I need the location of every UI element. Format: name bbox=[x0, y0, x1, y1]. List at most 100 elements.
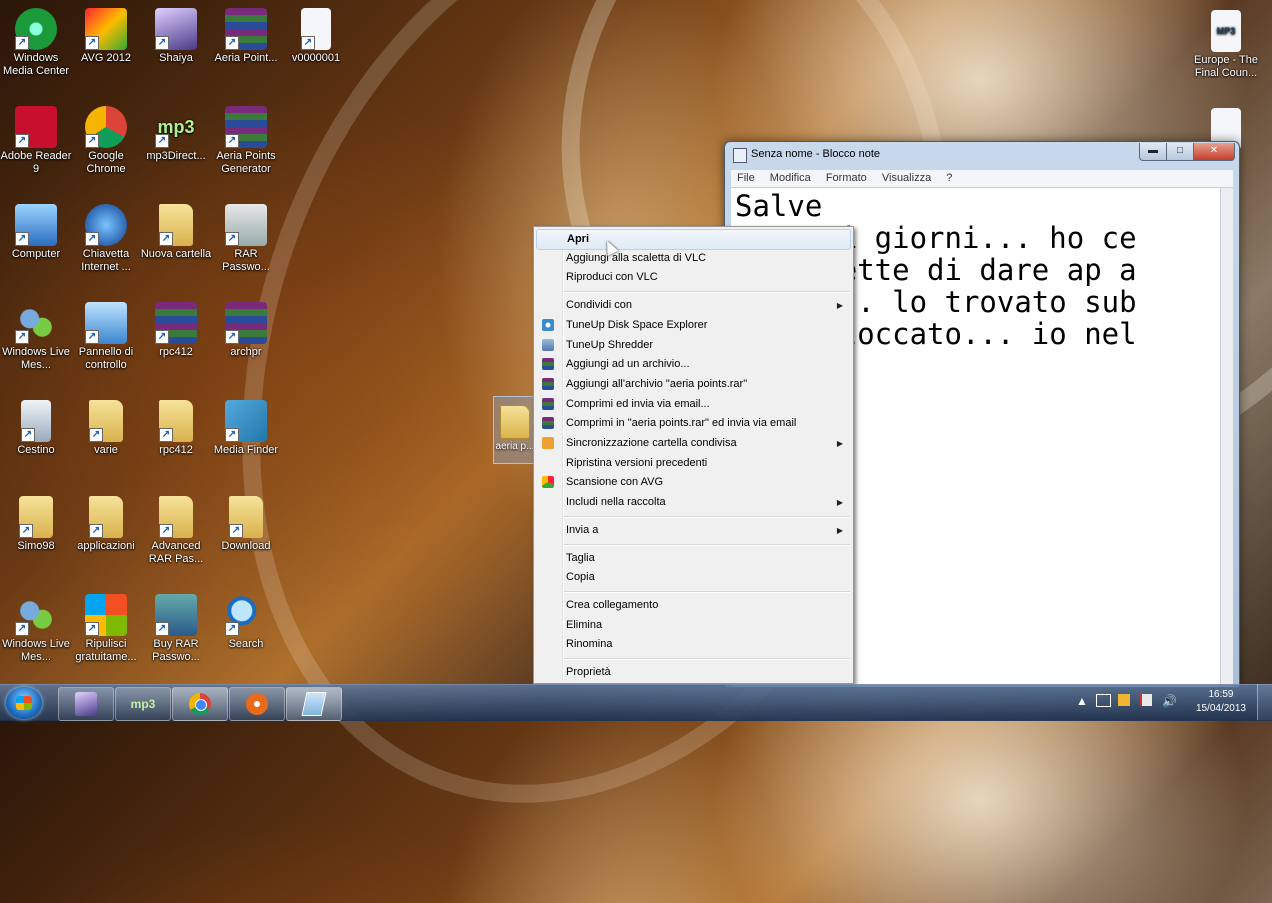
media-center-icon: ↗ bbox=[15, 8, 57, 50]
context-menu-item[interactable]: Apri bbox=[536, 229, 851, 250]
desktop-icon[interactable]: ↗ Adobe Reader 9 bbox=[0, 106, 72, 176]
context-menu-item[interactable]: Aggiungi all'archivio "aeria points.rar" bbox=[536, 375, 851, 394]
context-menu-item[interactable]: Invia a ▶ bbox=[536, 521, 851, 540]
desktop-icon[interactable]: ↗ Windows Live Mes... bbox=[0, 302, 72, 372]
context-menu-item[interactable]: Scansione con AVG bbox=[536, 473, 851, 492]
desktop-icon-label: Chiavetta Internet ... bbox=[81, 248, 131, 273]
menu-modifica[interactable]: Modifica bbox=[764, 170, 817, 187]
context-menu-item[interactable]: Proprietà bbox=[536, 663, 851, 682]
shortcut-arrow-icon: ↗ bbox=[225, 428, 239, 442]
control-panel-icon: ↗ bbox=[85, 302, 127, 344]
taskbar-button-mp3direct[interactable]: mp3 bbox=[115, 687, 171, 721]
context-menu-item[interactable]: Comprimi ed invia via email... bbox=[536, 395, 851, 414]
desktop-icon[interactable]: ↗ Advanced RAR Pas... bbox=[140, 496, 212, 566]
menu-item-label: Proprietà bbox=[566, 666, 611, 678]
submenu-arrow-icon: ▶ bbox=[836, 301, 843, 311]
desktop-icon-label: Adobe Reader 9 bbox=[0, 150, 72, 175]
desktop-icon[interactable]: ↗ varie bbox=[70, 400, 142, 457]
submenu-arrow-icon: ▶ bbox=[836, 439, 843, 448]
minimize-button[interactable]: ▬ bbox=[1139, 143, 1167, 161]
context-menu-item[interactable]: Aggiungi ad un archivio... bbox=[536, 355, 851, 374]
context-menu-item[interactable]: Taglia bbox=[536, 549, 851, 568]
shortcut-arrow-icon: ↗ bbox=[155, 330, 169, 344]
taskbar-button-media[interactable] bbox=[229, 687, 285, 721]
folder-icon: ↗ bbox=[159, 400, 193, 442]
network-icon[interactable] bbox=[1096, 694, 1111, 707]
flag-alert-icon[interactable] bbox=[1140, 694, 1152, 706]
context-menu-item[interactable]: TuneUp Disk Space Explorer bbox=[536, 316, 851, 335]
context-menu-item[interactable]: Rinomina bbox=[536, 635, 851, 654]
desktop-icon-label: rpc412 bbox=[159, 444, 193, 456]
taskbar-button-chrome[interactable] bbox=[172, 687, 228, 721]
context-menu-item[interactable]: Elimina bbox=[536, 616, 851, 635]
volume-icon[interactable]: 🔊 bbox=[1162, 694, 1177, 708]
selected-folder-icon[interactable]: aeria p... bbox=[493, 396, 537, 464]
maximize-button[interactable]: □ bbox=[1166, 143, 1194, 161]
desktop-icon[interactable]: ↗ AVG 2012 bbox=[70, 8, 142, 65]
shortcut-arrow-icon: ↗ bbox=[15, 232, 29, 246]
menu-separator bbox=[564, 658, 850, 660]
menu-formato[interactable]: Formato bbox=[820, 170, 873, 187]
desktop-icon[interactable]: ↗ Download bbox=[210, 496, 282, 553]
taskbar-button-shaiya[interactable] bbox=[58, 687, 114, 721]
context-menu-item[interactable]: Sincronizzazione cartella condivisa ▶ bbox=[536, 434, 851, 453]
desktop-icon[interactable]: ↗ Shaiya bbox=[140, 8, 212, 65]
start-button[interactable] bbox=[6, 687, 42, 719]
shortcut-arrow-icon: ↗ bbox=[15, 330, 29, 344]
desktop-icon[interactable]: ↗ Search bbox=[210, 594, 282, 651]
desktop-icon[interactable]: ↗ Simo98 bbox=[0, 496, 72, 553]
desktop-icon[interactable]: ↗ Media Finder bbox=[210, 400, 282, 457]
desktop-icon[interactable]: ↗ Ripulisci gratuitame... bbox=[70, 594, 142, 664]
context-menu-item[interactable]: Condividi con ▶ bbox=[536, 296, 851, 315]
desktop-icon[interactable]: ↗ Pannello di controllo bbox=[70, 302, 142, 372]
vertical-scrollbar[interactable] bbox=[1220, 188, 1233, 687]
mp3-file-icon: MP3 bbox=[1211, 10, 1241, 52]
desktop-icon[interactable]: mp3 ↗ mp3Direct... bbox=[140, 106, 212, 163]
close-button[interactable]: ✕ bbox=[1193, 143, 1235, 161]
rar-password-icon: ↗ bbox=[225, 204, 267, 246]
context-menu-item[interactable]: Ripristina versioni precedenti bbox=[536, 454, 851, 473]
menu-item-label: Comprimi ed invia via email... bbox=[566, 397, 710, 410]
action-center-icon[interactable] bbox=[1118, 694, 1130, 706]
desktop-icon-mp3[interactable]: MP3 Europe - The Final Coun... bbox=[1190, 10, 1262, 80]
desktop-icon[interactable]: ↗ Computer bbox=[0, 204, 72, 261]
menu-file[interactable]: File bbox=[731, 170, 761, 187]
context-menu-item[interactable]: TuneUp Shredder bbox=[536, 336, 851, 355]
desktop-icon[interactable]: ↗ Windows Live Mes... bbox=[0, 594, 72, 664]
desktop-icon-label: varie bbox=[94, 444, 118, 456]
desktop-icon-label: Computer bbox=[11, 248, 61, 260]
desktop-icon[interactable]: ↗ Google Chrome bbox=[70, 106, 142, 176]
context-menu-item[interactable]: Copia bbox=[536, 568, 851, 587]
menu-visualizza[interactable]: Visualizza bbox=[876, 170, 937, 187]
menu-separator bbox=[564, 291, 850, 294]
desktop-icon[interactable]: ↗ Nuova cartella bbox=[140, 204, 212, 261]
context-menu-item[interactable]: Crea collegamento bbox=[536, 596, 851, 615]
shortcut-arrow-icon: ↗ bbox=[159, 524, 173, 538]
context-menu-item[interactable]: Aggiungi alla scaletta di VLC bbox=[536, 249, 851, 268]
desktop-icon[interactable]: ↗ Aeria Point... bbox=[210, 8, 282, 65]
desktop-icon[interactable]: ↗ archpr bbox=[210, 302, 282, 359]
system-clock[interactable]: 16:59 15/04/2013 bbox=[1196, 688, 1246, 716]
desktop-icon[interactable]: ↗ RAR Passwo... bbox=[210, 204, 282, 274]
desktop-icon[interactable]: ↗ Buy RAR Passwo... bbox=[140, 594, 212, 664]
menu-item-label: Scansione con AVG bbox=[566, 476, 664, 489]
desktop-icon[interactable]: ↗ rpc412 bbox=[140, 400, 212, 457]
desktop-icon[interactable]: ↗ applicazioni bbox=[70, 496, 142, 553]
desktop-icon[interactable]: ↗ rpc412 bbox=[140, 302, 212, 359]
show-hidden-icons-icon[interactable]: ▲ bbox=[1076, 694, 1088, 708]
sync-icon bbox=[542, 437, 554, 449]
context-menu-item[interactable]: Riproduci con VLC bbox=[536, 268, 851, 287]
shortcut-arrow-icon: ↗ bbox=[155, 134, 169, 148]
context-menu-item[interactable]: Includi nella raccolta ▶ bbox=[536, 493, 851, 512]
menu-help[interactable]: ? bbox=[940, 170, 958, 187]
show-desktop-button[interactable] bbox=[1257, 684, 1272, 720]
context-menu-item[interactable]: Comprimi in "aeria points.rar" ed invia … bbox=[536, 414, 851, 433]
desktop-icon[interactable]: ↗ Chiavetta Internet ... bbox=[70, 204, 142, 274]
submenu-arrow-icon: ▶ bbox=[836, 525, 843, 535]
taskbar-button-notepad[interactable] bbox=[286, 687, 342, 721]
desktop-icon[interactable]: ↗ Windows Media Center bbox=[0, 8, 72, 78]
desktop-icon-label: Shaiya bbox=[159, 52, 193, 64]
desktop-icon[interactable]: ↗ v0000001 bbox=[280, 8, 352, 65]
desktop-icon[interactable]: ↗ Cestino bbox=[0, 400, 72, 457]
desktop-icon[interactable]: ↗ Aeria Points Generator bbox=[210, 106, 282, 176]
